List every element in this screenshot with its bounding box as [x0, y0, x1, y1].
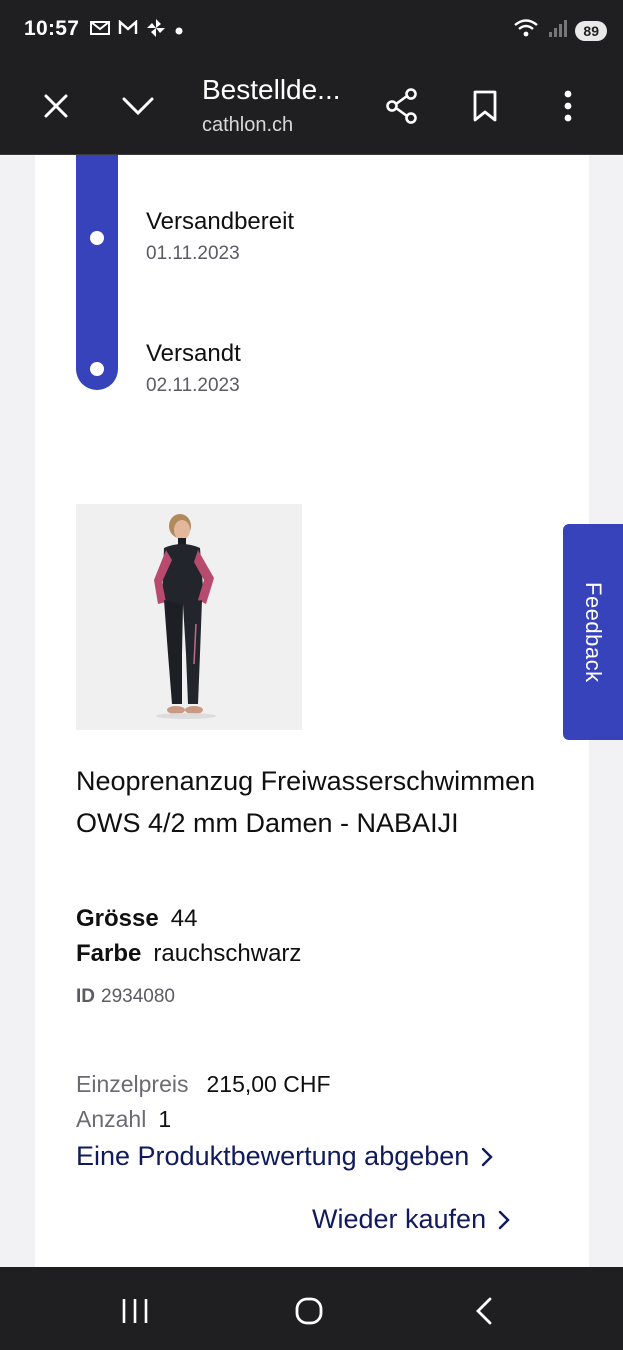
close-icon[interactable] — [34, 84, 78, 128]
mail-icon — [90, 20, 110, 41]
timeline-step-date: 02.11.2023 — [146, 375, 240, 396]
chevron-right-icon — [498, 1210, 510, 1229]
review-product-label: Eine Produktbewertung abgeben — [76, 1141, 470, 1171]
id-label: ID — [76, 986, 95, 1007]
dot-icon — [174, 21, 184, 41]
custom-tab-toolbar: Bestellde... cathlon.ch — [0, 58, 623, 155]
size-label: Grösse — [76, 905, 159, 932]
unit-price-label: Einzelpreis — [76, 1071, 189, 1097]
color-label: Farbe — [76, 940, 142, 967]
product-id: ID 2934080 — [76, 986, 175, 1008]
more-options-icon[interactable] — [546, 84, 590, 128]
signal-icon — [547, 18, 568, 43]
color-value: rauchschwarz — [153, 940, 302, 967]
review-product-link[interactable]: Eine Produktbewertung abgeben — [76, 1141, 493, 1172]
timeline-step-label: Versandt — [146, 340, 241, 367]
color-attribute: Farbe rauchschwarz — [76, 940, 301, 968]
gmail-icon — [118, 19, 138, 41]
page-title: Bestellde... — [202, 74, 341, 105]
share-icon[interactable] — [380, 84, 424, 128]
feedback-tab[interactable]: Feedback — [563, 524, 623, 740]
timeline-step-date: 01.11.2023 — [146, 243, 240, 264]
wifi-icon — [513, 18, 539, 43]
bookmark-icon[interactable] — [463, 84, 507, 128]
status-timeline — [76, 155, 118, 390]
notification-icons — [90, 18, 184, 43]
buy-again-label: Wieder kaufen — [312, 1204, 487, 1234]
product-image[interactable] — [76, 504, 302, 730]
home-icon[interactable] — [287, 1289, 331, 1333]
feedback-label: Feedback — [581, 581, 606, 683]
quantity-value: 1 — [158, 1106, 172, 1132]
status-bar: 10:57 89 — [0, 0, 623, 58]
timeline-step-label: Versandbereit — [146, 208, 295, 235]
page-url: cathlon.ch — [202, 114, 294, 136]
timeline-dot — [90, 362, 104, 376]
quantity: Anzahl 1 — [76, 1106, 171, 1133]
pinwheel-icon — [146, 18, 166, 43]
id-value: 2934080 — [101, 986, 175, 1007]
navigation-bar — [0, 1267, 623, 1350]
size-value: 44 — [170, 905, 198, 932]
back-icon[interactable] — [462, 1289, 506, 1333]
battery-indicator: 89 — [575, 20, 607, 41]
chevron-right-icon — [482, 1147, 493, 1166]
unit-price-value: 215,00 CHF — [206, 1071, 331, 1097]
size-attribute: Grösse 44 — [76, 905, 197, 933]
product-title[interactable]: Neoprenanzug Freiwasserschwimmen OWS 4/2… — [76, 760, 546, 844]
quantity-label: Anzahl — [76, 1106, 147, 1132]
buy-again-link[interactable]: Wieder kaufen — [312, 1204, 510, 1235]
system-icons: 89 — [513, 18, 607, 43]
status-time: 10:57 — [24, 17, 80, 40]
recent-apps-icon[interactable] — [113, 1289, 157, 1333]
chevron-down-icon[interactable] — [116, 84, 160, 128]
unit-price: Einzelpreis 215,00 CHF — [76, 1071, 331, 1098]
timeline-dot — [90, 231, 104, 245]
